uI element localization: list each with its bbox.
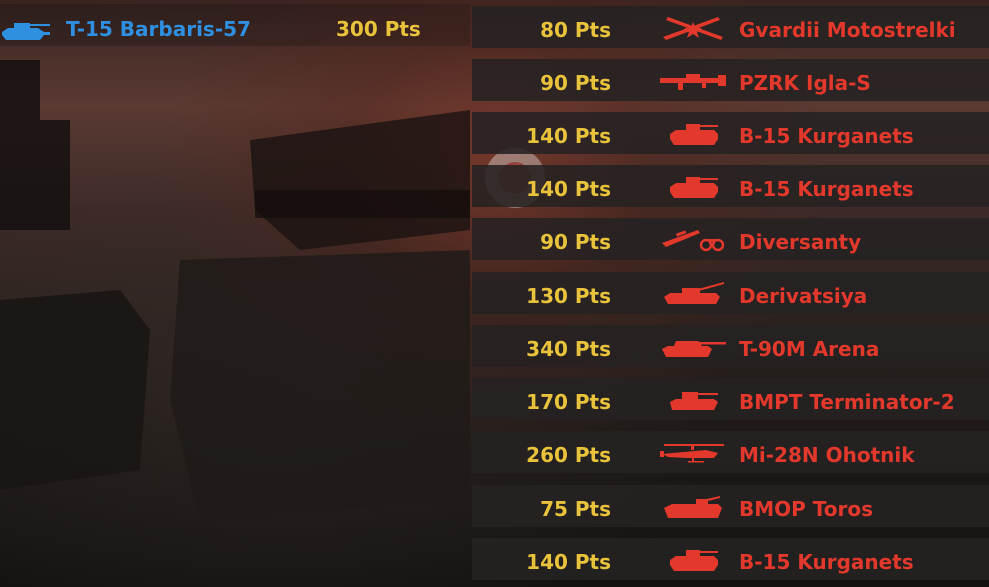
tank-icon (662, 341, 726, 357)
kill-points: 130 Pts (526, 284, 611, 308)
kill-points: 140 Pts (526, 550, 611, 574)
kill-row: 90 Pts Diversanty (472, 218, 989, 260)
kill-row: 130 Pts Derivatsiya (472, 272, 989, 314)
kill-unit-name: Derivatsiya (739, 284, 868, 308)
kill-points: 260 Pts (526, 443, 611, 467)
kill-list: 80 Pts Gvardii Motostrelki 90 Pts PZRK I… (472, 0, 989, 587)
kill-unit-name: PZRK Igla-S (739, 71, 871, 95)
apc-icon (664, 496, 722, 518)
tank-support-icon (670, 392, 718, 410)
kill-row: 260 Pts Mi-28N Ohotnik (472, 431, 989, 473)
kill-points: 75 Pts (540, 497, 611, 521)
kill-points: 170 Pts (526, 390, 611, 414)
launcher-icon (660, 74, 726, 90)
kill-unit-name: B-15 Kurganets (739, 124, 914, 148)
ifv-icon (670, 177, 718, 198)
kill-row: 340 Pts T-90M Arena (472, 325, 989, 367)
player-kill-summary: T-15 Barbaris-57 300 Pts (0, 4, 470, 46)
spaa-icon (664, 282, 724, 304)
kill-unit-name: Gvardii Motostrelki (739, 18, 956, 42)
kill-points: 340 Pts (526, 337, 611, 361)
kill-row: 170 Pts BMPT Terminator-2 (472, 378, 989, 420)
kill-points: 140 Pts (526, 177, 611, 201)
player-unit-points: 300 Pts (336, 17, 421, 41)
kill-row: 140 Pts B-15 Kurganets (472, 538, 989, 580)
kill-unit-name: B-15 Kurganets (739, 550, 914, 574)
kill-points: 80 Pts (540, 18, 611, 42)
kill-unit-name: BMOP Toros (739, 497, 874, 521)
kill-row: 75 Pts BMOP Toros (472, 485, 989, 527)
kill-row: 140 Pts B-15 Kurganets (472, 165, 989, 207)
crossed-rifles-star-icon (663, 17, 723, 40)
kill-row: 80 Pts Gvardii Motostrelki (472, 6, 989, 48)
player-unit-name: T-15 Barbaris-57 (66, 17, 251, 41)
helicopter-icon (660, 444, 724, 463)
ifv-icon (670, 124, 718, 145)
kill-points: 90 Pts (540, 71, 611, 95)
rifle-binoculars-icon (662, 230, 725, 252)
kill-unit-name: BMPT Terminator-2 (739, 390, 955, 414)
ifv-icon (670, 550, 718, 571)
kill-row: 90 Pts PZRK Igla-S (472, 59, 989, 101)
kill-unit-name: T-90M Arena (739, 337, 880, 361)
kill-row: 140 Pts B-15 Kurganets (472, 112, 989, 154)
kill-unit-name: B-15 Kurganets (739, 177, 914, 201)
kill-points: 140 Pts (526, 124, 611, 148)
blue-tank-icon (2, 23, 50, 40)
kill-unit-name: Diversanty (739, 230, 862, 254)
kill-points: 90 Pts (540, 230, 611, 254)
kill-unit-name: Mi-28N Ohotnik (739, 443, 915, 467)
